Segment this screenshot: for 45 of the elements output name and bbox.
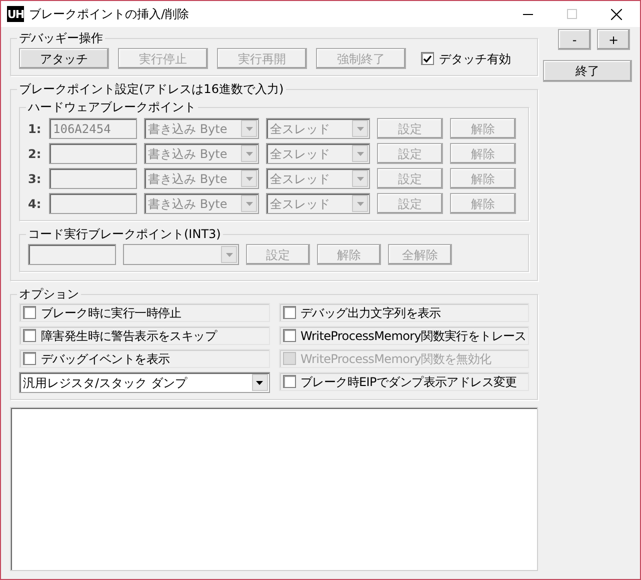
checkbox-label: ブレーク時に実行一時停止 — [41, 304, 182, 322]
checkbox-label: WriteProcessMemory関数を無効化 — [300, 350, 492, 368]
app-logo: UH — [7, 6, 24, 22]
checkbox-label: WriteProcessMemory関数実行をトレース — [300, 328, 526, 344]
exit-button[interactable]: 終了 — [543, 60, 632, 82]
push-button[interactable]: アタッチ — [19, 48, 109, 69]
checkbox[interactable] — [23, 306, 36, 319]
checkbox[interactable] — [421, 52, 434, 65]
checkbox[interactable] — [23, 329, 36, 342]
dropdown-arrow-icon — [246, 202, 252, 206]
group-title: デバッギー操作 — [18, 30, 104, 47]
row-number: 3: — [28, 170, 42, 188]
dropdown-arrow-icon — [356, 152, 364, 156]
zoom-button[interactable]: - — [558, 29, 591, 50]
dropdown-arrow-icon — [246, 176, 252, 180]
group-title: ブレークポイント設定(アドレスは16進数で入力) — [18, 81, 285, 98]
checkbox-label: デバッグ出力文字列を表示 — [300, 304, 441, 322]
dropdown-arrow-icon — [356, 176, 364, 180]
checkbox-label: 障害発生時に警告表示をスキップ — [41, 328, 217, 344]
row-number: 2: — [28, 146, 42, 162]
window-title: ブレークポイントの挿入/削除 — [29, 6, 190, 23]
checkbox[interactable] — [282, 306, 296, 319]
checkbox[interactable] — [282, 375, 296, 388]
group-title: ハードウェアブレークポイント — [27, 99, 197, 116]
row-number: 4: — [28, 196, 42, 212]
dropdown-arrow-icon — [256, 380, 263, 384]
close-icon[interactable] — [611, 8, 622, 20]
row-number: 1: — [28, 120, 42, 138]
dropdown[interactable] — [123, 244, 239, 265]
checkbox-label: ブレーク時EIPでダンプ表示アドレス変更 — [300, 374, 517, 390]
dropdown[interactable]: 汎用レジスタ/スタック ダンプ — [19, 372, 270, 393]
dropdown-arrow-icon — [356, 126, 364, 130]
checkmark-icon — [423, 54, 432, 62]
dropdown-arrow-icon — [246, 152, 252, 156]
dropdown-arrow-icon — [226, 252, 232, 256]
zoom-button[interactable]: + — [597, 29, 630, 50]
checkbox[interactable] — [23, 352, 36, 365]
checkbox[interactable] — [282, 329, 296, 342]
dropdown-arrow-icon — [246, 126, 252, 130]
dropdown-arrow-icon — [356, 202, 364, 206]
group-title: オプション — [18, 286, 80, 303]
group-title: コード実行ブレークポイント(INT3) — [27, 226, 222, 243]
address-value: 106A2454 — [53, 120, 111, 138]
checkbox-label: デバッグイベントを表示 — [41, 350, 170, 368]
checkbox-label: デタッチ有効 — [439, 50, 511, 68]
